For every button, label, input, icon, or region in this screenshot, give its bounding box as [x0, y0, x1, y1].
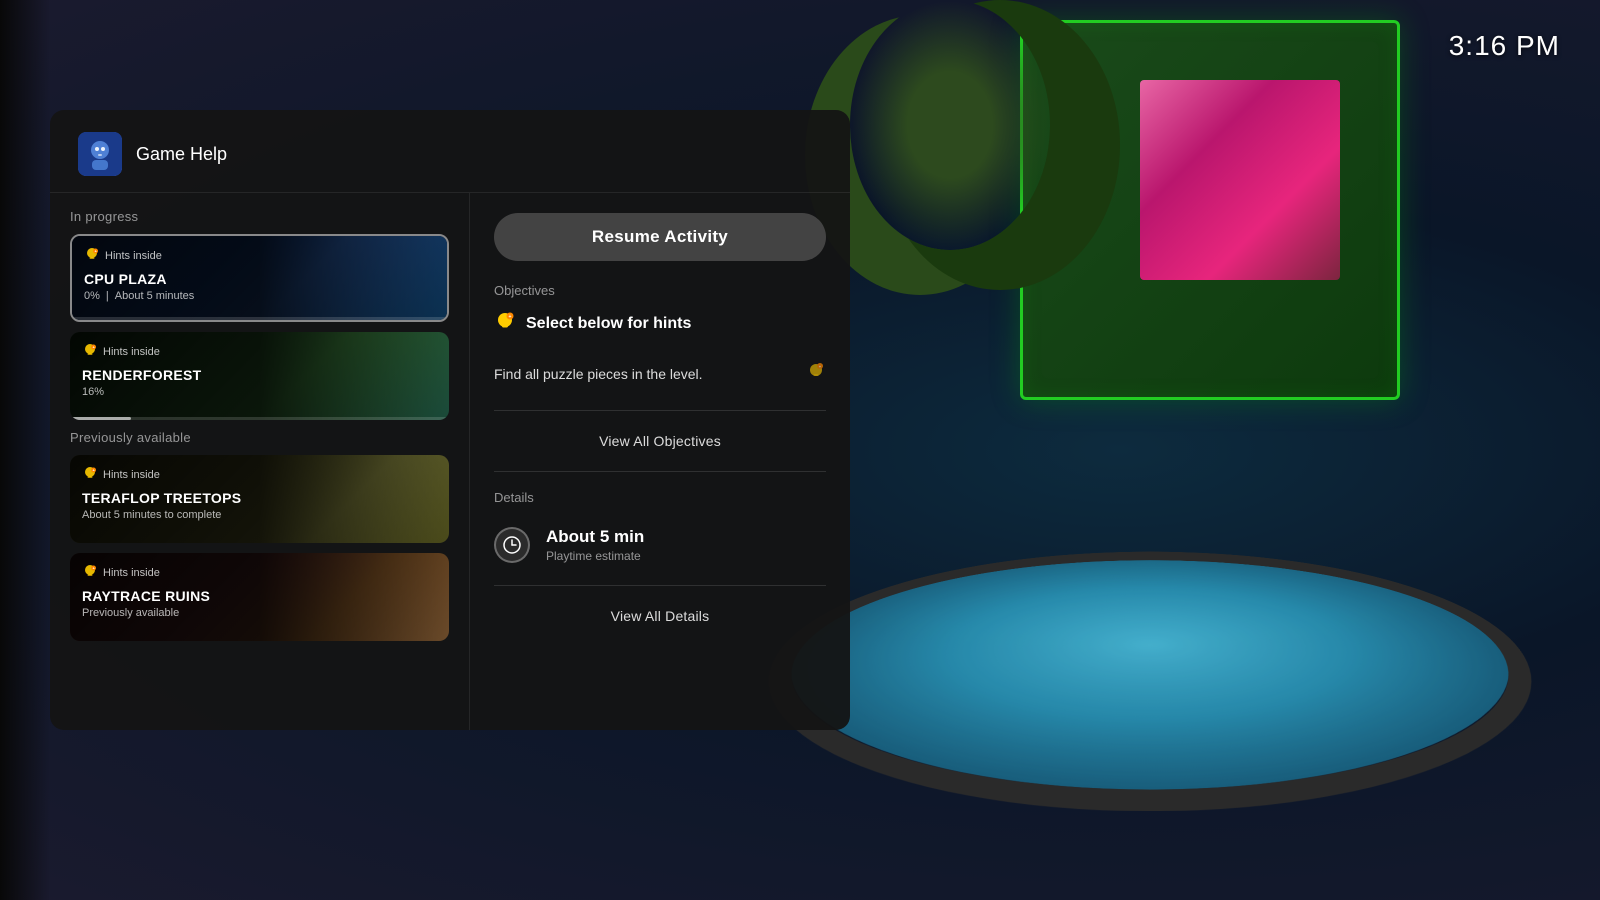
trees-decoration: [850, 0, 1050, 250]
view-all-objectives-button[interactable]: View All Objectives: [494, 425, 826, 457]
cpu-time: About 5 minutes: [115, 290, 195, 302]
svg-text:+: +: [509, 314, 512, 320]
raytrace-meta: Previously available: [82, 607, 437, 619]
card-content: + Hints inside RENDERFOREST 16%: [70, 332, 449, 420]
playtime-value: About 5 min: [546, 527, 644, 547]
teraflop-time: About 5 minutes to complete: [82, 509, 221, 521]
hints-badge: + Hints inside: [82, 465, 437, 484]
clock-icon: [494, 527, 530, 563]
in-progress-label: In progress: [70, 209, 449, 224]
meta-separator: |: [106, 290, 109, 302]
hints-inside-text: Hints inside: [105, 250, 162, 262]
details-section: Details About 5 min Playtime estimate: [494, 490, 826, 632]
objectives-section: Objectives + Select below for hints Find…: [494, 283, 826, 457]
detail-playtime-item: About 5 min Playtime estimate: [494, 519, 826, 571]
pink-screen: [1140, 80, 1340, 280]
teraflop-meta: About 5 minutes to complete: [82, 509, 437, 521]
details-label: Details: [494, 490, 826, 505]
raytrace-status: Previously available: [82, 607, 179, 619]
hints-badge: + Hints inside: [82, 342, 437, 361]
card-content: + Hints inside RAYTRACE RUINS Previously…: [70, 553, 449, 641]
resume-activity-button[interactable]: Resume Activity: [494, 213, 826, 261]
select-hints-text: Select below for hints: [526, 315, 691, 333]
left-vignette: [0, 0, 50, 900]
game-icon: [78, 132, 122, 176]
system-clock: 3:16 PM: [1449, 30, 1560, 62]
cpu-progress: 0%: [84, 290, 100, 302]
playtime-info: About 5 min Playtime estimate: [546, 527, 644, 563]
objectives-label: Objectives: [494, 283, 826, 298]
objective-description: Find all puzzle pieces in the level.: [494, 366, 703, 382]
activity-card-raytrace[interactable]: + Hints inside RAYTRACE RUINS Previously…: [70, 553, 449, 641]
activity-card-renderforest[interactable]: + Hints inside RENDERFOREST 16%: [70, 332, 449, 420]
hint-bulb-icon: +: [82, 465, 98, 484]
select-hints-icon: +: [494, 310, 516, 337]
hints-inside-text: Hints inside: [103, 469, 160, 481]
cpu-plaza-title: CPU PLAZA: [84, 271, 435, 287]
hints-badge: + Hints inside: [82, 563, 437, 582]
main-content: Resume Activity Objectives + Select belo…: [470, 193, 850, 730]
panel-body: In progress +: [50, 193, 850, 730]
sidebar: In progress +: [50, 193, 470, 730]
view-all-details-button[interactable]: View All Details: [494, 600, 826, 632]
previously-available-label: Previously available: [70, 430, 449, 445]
divider-view-details: [494, 585, 826, 586]
panel-title: Game Help: [136, 144, 227, 165]
activity-card-cpu-plaza[interactable]: + Hints inside CPU PLAZA 0% | About 5 mi…: [70, 234, 449, 322]
renderforest-title: RENDERFOREST: [82, 367, 437, 383]
playtime-label: Playtime estimate: [546, 549, 644, 563]
cpu-plaza-meta: 0% | About 5 minutes: [84, 290, 435, 302]
panel-header: Game Help: [50, 110, 850, 193]
hints-inside-text: Hints inside: [103, 346, 160, 358]
renderforest-meta: 16%: [82, 386, 437, 398]
raytrace-title: RAYTRACE RUINS: [82, 588, 437, 604]
card-content: + Hints inside CPU PLAZA 0% | About 5 mi…: [72, 236, 447, 320]
hints-badge: + Hints inside: [84, 246, 435, 265]
teraflop-title: TERAFLOP TREETOPS: [82, 490, 437, 506]
activity-card-teraflop[interactable]: + Hints inside TERAFLOP TREETOPS About 5…: [70, 455, 449, 543]
objective-hint-button[interactable]: +: [806, 361, 826, 386]
divider-details: [494, 471, 826, 472]
hint-bulb-icon: +: [82, 563, 98, 582]
objective-row: Find all puzzle pieces in the level. +: [494, 351, 826, 396]
hint-bulb-icon: +: [82, 342, 98, 361]
hints-inside-text: Hints inside: [103, 567, 160, 579]
hint-bulb-icon: +: [84, 246, 100, 265]
card-content: + Hints inside TERAFLOP TREETOPS About 5…: [70, 455, 449, 543]
renderforest-progress: 16%: [82, 386, 104, 398]
divider-objectives: [494, 410, 826, 411]
game-help-panel: Game Help In progress: [50, 110, 850, 730]
select-hints-row: + Select below for hints: [494, 310, 826, 337]
